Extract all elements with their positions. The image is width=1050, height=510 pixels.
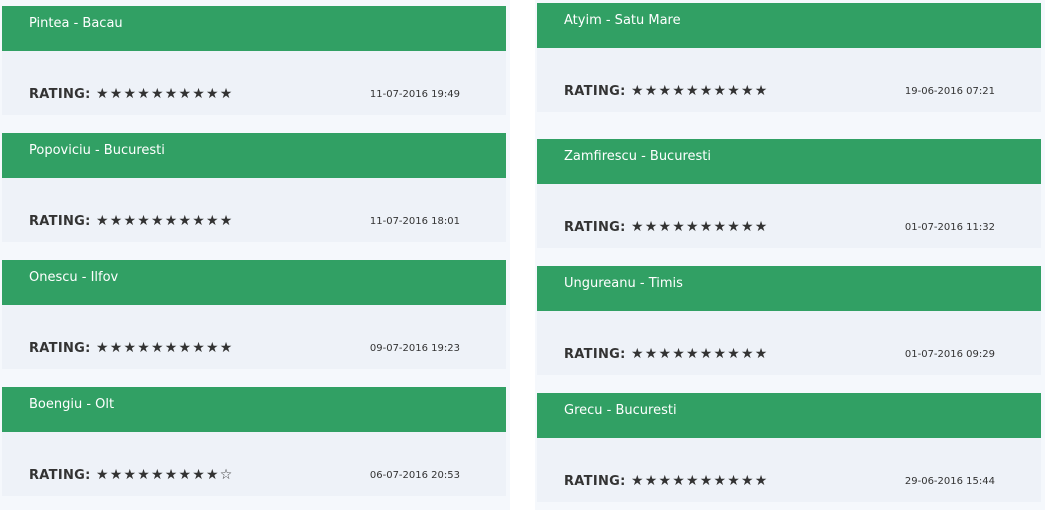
review-date: 29-06-2016 15:44 <box>904 476 995 487</box>
rating-label: RATING: <box>29 468 91 483</box>
reviewer-name: Zamfirescu - Bucuresti <box>564 149 711 164</box>
rating-label: RATING: <box>564 84 626 99</box>
review-header: Onescu - Ilfov <box>2 260 506 314</box>
review-card: Grecu - Bucuresti RATING: ★★★★★★★★★★ 29-… <box>537 393 1041 502</box>
review-date: 09-07-2016 19:23 <box>369 343 460 354</box>
review-date: 19-06-2016 07:21 <box>904 86 995 97</box>
review-header: Grecu - Bucuresti <box>537 393 1041 447</box>
star-rating-icon: ★★★★★★★★★★ <box>631 346 769 362</box>
review-body: RATING: ★★★★★★★★★★ 19-06-2016 07:21 <box>537 48 1041 112</box>
review-card: Atyim - Satu Mare RATING: ★★★★★★★★★★ 19-… <box>537 3 1041 112</box>
rating-label: RATING: <box>29 87 91 102</box>
star-rating-icon: ★★★★★★★★★★ <box>631 473 769 489</box>
review-header: Pintea - Bacau <box>2 6 506 60</box>
reviewer-name: Onescu - Ilfov <box>29 270 119 285</box>
review-card: Pintea - Bacau RATING: ★★★★★★★★★★ 11-07-… <box>2 6 506 115</box>
star-rating-icon: ★★★★★★★★★★ <box>96 213 234 229</box>
review-card: Ungureanu - Timis RATING: ★★★★★★★★★★ 01-… <box>537 266 1041 375</box>
star-rating-icon: ★★★★★★★★★★ <box>631 219 769 235</box>
review-body: RATING: ★★★★★★★★★★ 09-07-2016 19:23 <box>2 305 506 369</box>
reviewer-name: Boengiu - Olt <box>29 397 115 412</box>
rating-label: RATING: <box>29 214 91 229</box>
star-rating-icon: ★★★★★★★★★★ <box>631 83 769 99</box>
star-rating-icon: ★★★★★★★★★★ <box>96 340 234 356</box>
rating-label: RATING: <box>564 474 626 489</box>
star-rating-icon: ★★★★★★★★★★ <box>96 86 234 102</box>
review-body: RATING: ★★★★★★★★★★ 01-07-2016 09:29 <box>537 311 1041 375</box>
review-date: 01-07-2016 09:29 <box>904 349 995 360</box>
review-date: 11-07-2016 18:01 <box>369 216 460 227</box>
review-card: Onescu - Ilfov RATING: ★★★★★★★★★★ 09-07-… <box>2 260 506 369</box>
reviewer-name: Ungureanu - Timis <box>564 276 683 291</box>
reviewer-name: Atyim - Satu Mare <box>564 13 681 28</box>
review-body: RATING: ★★★★★★★★★★ 11-07-2016 19:49 <box>2 51 506 115</box>
review-card: Popoviciu - Bucuresti RATING: ★★★★★★★★★★… <box>2 133 506 242</box>
review-card: Zamfirescu - Bucuresti RATING: ★★★★★★★★★… <box>537 139 1041 248</box>
rating-label: RATING: <box>564 347 626 362</box>
reviewer-name: Grecu - Bucuresti <box>564 403 677 418</box>
review-body: RATING: ★★★★★★★★★★ 01-07-2016 11:32 <box>537 184 1041 248</box>
review-body: RATING: ★★★★★★★★★★ 29-06-2016 15:44 <box>537 438 1041 502</box>
review-body: RATING: ★★★★★★★★★☆ 06-07-2016 20:53 <box>2 432 506 496</box>
review-header: Atyim - Satu Mare <box>537 3 1041 57</box>
review-header: Zamfirescu - Bucuresti <box>537 139 1041 193</box>
review-header: Ungureanu - Timis <box>537 266 1041 320</box>
review-header: Boengiu - Olt <box>2 387 506 441</box>
review-date: 01-07-2016 11:32 <box>904 222 995 233</box>
review-header: Popoviciu - Bucuresti <box>2 133 506 187</box>
rating-label: RATING: <box>29 341 91 356</box>
star-rating-icon: ★★★★★★★★★☆ <box>96 467 234 483</box>
reviewer-name: Pintea - Bacau <box>29 16 123 31</box>
review-date: 11-07-2016 19:49 <box>369 89 460 100</box>
review-body: RATING: ★★★★★★★★★★ 11-07-2016 18:01 <box>2 178 506 242</box>
reviews-column-right: Atyim - Satu Mare RATING: ★★★★★★★★★★ 19-… <box>535 0 1045 510</box>
rating-label: RATING: <box>564 220 626 235</box>
reviewer-name: Popoviciu - Bucuresti <box>29 143 165 158</box>
review-card: Boengiu - Olt RATING: ★★★★★★★★★☆ 06-07-2… <box>2 387 506 496</box>
review-date: 06-07-2016 20:53 <box>369 470 460 481</box>
reviews-column-left: Pintea - Bacau RATING: ★★★★★★★★★★ 11-07-… <box>0 0 510 510</box>
